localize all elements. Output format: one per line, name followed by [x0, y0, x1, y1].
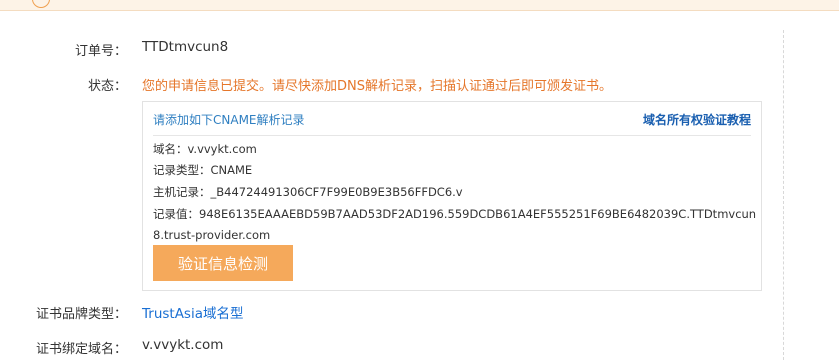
record-host: 主机记录：_B44724491306CF7F99E0B9E3B56FFDC6.v: [153, 185, 463, 199]
notice-icon: [32, 0, 50, 8]
cname-panel-header: 请添加如下CNAME解析记录 域名所有权验证教程: [153, 111, 751, 136]
record-type: 记录类型：CNAME: [153, 163, 253, 177]
status-label: 状态：: [87, 79, 127, 94]
cname-panel-title: 请添加如下CNAME解析记录: [153, 113, 305, 127]
top-notice-banner: [0, 0, 839, 11]
cname-record-panel: 请添加如下CNAME解析记录 域名所有权验证教程 域名：v.vvykt.com …: [142, 101, 762, 291]
record-domain: 域名：v.vvykt.com: [153, 142, 257, 156]
bound-domain-value: v.vvykt.com: [142, 337, 224, 353]
brand-type-label: 证书品牌类型：: [35, 307, 127, 322]
order-number-value: TTDtmvcun8: [142, 39, 229, 55]
order-number-label: 订单号：: [74, 44, 127, 59]
brand-type-value[interactable]: TrustAsia域名型: [142, 302, 244, 322]
verify-check-button[interactable]: 验证信息检测: [153, 245, 293, 281]
bound-domain-label: 证书绑定域名：: [35, 342, 127, 357]
record-value-continued: 8.trust-provider.com: [153, 228, 271, 242]
record-value: 记录值：948E6135EAAAEBD59B7AAD53DF2AD196.559…: [153, 207, 757, 221]
status-message: 您的申请信息已提交。请尽快添加DNS解析记录，扫描认证通过后即可颁发证书。: [142, 79, 612, 94]
section-divider: [783, 30, 784, 360]
ownership-guide-link[interactable]: 域名所有权验证教程: [643, 111, 751, 128]
